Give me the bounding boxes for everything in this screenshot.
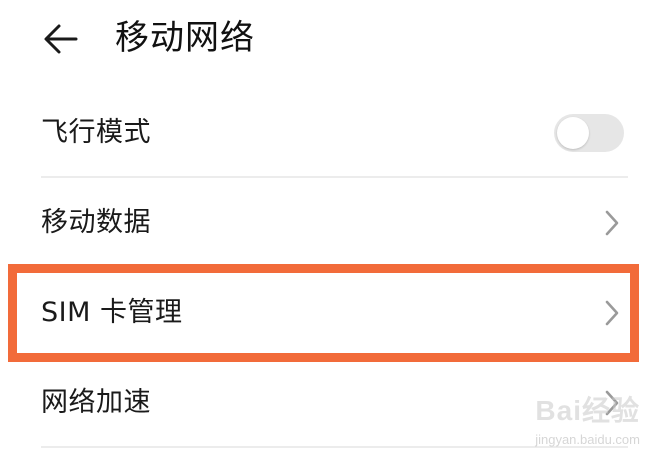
sim-management-label: SIM 卡管理	[41, 297, 183, 328]
airplane-mode-row: 飞行模式	[0, 88, 668, 178]
header-bar: 移动网络	[0, 0, 668, 80]
airplane-mode-toggle[interactable]	[554, 114, 624, 152]
chevron-right-icon	[605, 300, 619, 326]
airplane-mode-label: 飞行模式	[41, 117, 151, 148]
chevron-right-icon	[605, 210, 619, 236]
network-acceleration-row[interactable]: 网络加速	[0, 358, 668, 448]
mobile-data-label: 移动数据	[41, 207, 151, 238]
toggle-knob	[557, 117, 589, 149]
mobile-network-screen: 移动网络 飞行模式 移动数据 SIM 卡管理 网络加速 Bai经验 jingya…	[0, 0, 668, 459]
page-title: 移动网络	[115, 18, 255, 58]
chevron-right-icon	[605, 390, 619, 416]
divider	[41, 446, 628, 448]
back-button[interactable]	[40, 18, 82, 60]
network-acceleration-label: 网络加速	[41, 387, 151, 418]
sim-management-row[interactable]: SIM 卡管理	[0, 268, 668, 358]
arrow-left-icon	[44, 24, 78, 54]
mobile-data-row[interactable]: 移动数据	[0, 178, 668, 268]
